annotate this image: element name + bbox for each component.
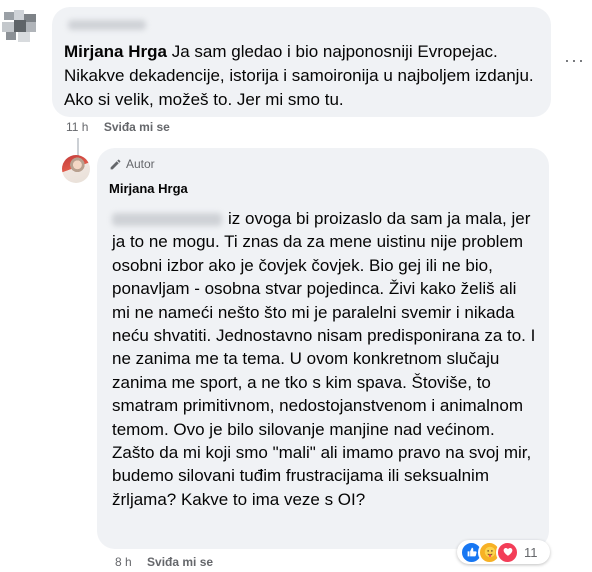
comment-bubble: Mirjana Hrga Ja sam gledao i bio najpono… xyxy=(52,7,551,117)
more-options-icon[interactable]: ··· xyxy=(564,51,584,69)
reply-time[interactable]: 8 h xyxy=(115,555,132,569)
comment-author[interactable]: Mirjana Hrga xyxy=(64,42,167,61)
reply-body: iz ovoga bi proizaslo da sam ja mala, je… xyxy=(112,209,536,509)
like-button[interactable]: Sviđa mi se xyxy=(104,120,170,134)
comment-text: Mirjana Hrga Ja sam gledao i bio najpono… xyxy=(64,40,539,112)
author-badge: Autor xyxy=(109,155,537,173)
like-button[interactable]: Sviđa mi se xyxy=(147,555,213,569)
reply-bubble: Autor Mirjana Hrga iz ovoga bi proizaslo… xyxy=(97,148,549,549)
pencil-icon xyxy=(110,159,121,169)
reaction-count: 11 xyxy=(524,544,538,560)
blurred-name xyxy=(68,20,146,30)
avatar[interactable] xyxy=(62,155,90,183)
reply-author[interactable]: Mirjana Hrga xyxy=(109,181,537,196)
comment-time[interactable]: 11 h xyxy=(66,120,88,134)
love-icon xyxy=(496,540,519,564)
blurred-mention[interactable] xyxy=(112,213,222,227)
author-badge-label: Autor xyxy=(126,157,155,171)
reactions-summary[interactable]: 11 xyxy=(457,540,550,564)
avatar[interactable] xyxy=(0,10,40,48)
reply-text: iz ovoga bi proizaslo da sam ja mala, je… xyxy=(112,207,537,511)
comment-meta: 11 h Sviđa mi se xyxy=(66,120,170,134)
reply-meta: 8 h Sviđa mi se xyxy=(115,555,213,569)
